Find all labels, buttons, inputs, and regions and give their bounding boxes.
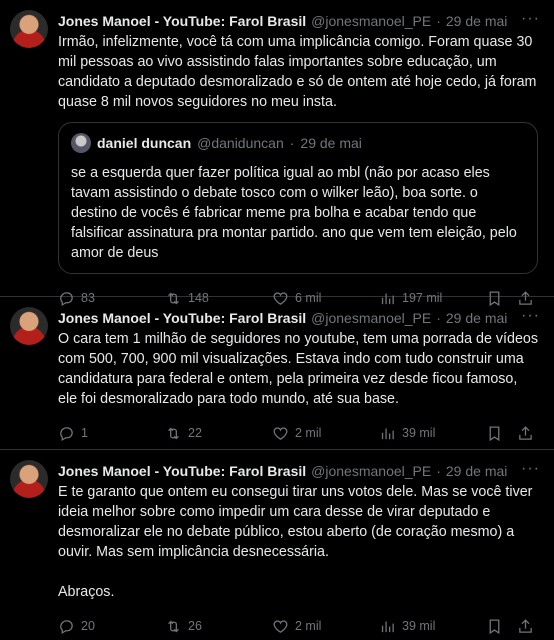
- share-icon[interactable]: [517, 425, 534, 442]
- quoted-text: se a esquerda quer fazer política igual …: [71, 165, 517, 261]
- repost-icon: [168, 427, 179, 439]
- repost-button[interactable]: 22: [165, 425, 272, 442]
- quoted-author-name: daniel duncan: [97, 135, 192, 151]
- views-icon: [381, 428, 394, 439]
- views-button[interactable]: 39 mil: [379, 425, 486, 442]
- tweet[interactable]: ··· Jones Manoel - YouTube: Farol Brasil…: [0, 0, 554, 306]
- heart-icon: [273, 619, 288, 633]
- tweet-text: Irmão, infelizmente, você tá com uma imp…: [58, 34, 541, 110]
- avatar[interactable]: [10, 460, 48, 498]
- views-count: 39 mil: [402, 426, 436, 440]
- tweet-text: E te garanto que ontem eu consegui tirar…: [58, 484, 533, 600]
- separator-dot: ·: [436, 463, 441, 479]
- repost-count: 26: [188, 619, 202, 633]
- post-date[interactable]: 29 de mai: [446, 309, 507, 327]
- views-button[interactable]: 39 mil: [379, 618, 486, 635]
- views-count: 39 mil: [402, 619, 436, 633]
- more-icon[interactable]: ···: [521, 460, 540, 478]
- like-button[interactable]: 2 mil: [272, 618, 379, 635]
- avatar[interactable]: [10, 307, 48, 345]
- views-icon: [381, 621, 394, 632]
- author-name[interactable]: Jones Manoel - YouTube: Farol Brasil: [58, 462, 306, 480]
- repost-count: 22: [188, 426, 202, 440]
- post-date[interactable]: 29 de mai: [446, 12, 507, 30]
- separator-dot: ·: [436, 310, 441, 326]
- tweet-text: O cara tem 1 milhão de seguidores no you…: [58, 331, 542, 407]
- like-button[interactable]: 2 mil: [272, 425, 379, 442]
- reply-icon: [60, 426, 73, 441]
- repost-icon: [168, 620, 179, 632]
- more-icon[interactable]: ···: [521, 10, 540, 28]
- action-bar: 1 22 2 mil 39 mil: [58, 419, 538, 447]
- repost-button[interactable]: 26: [165, 618, 272, 635]
- action-bar: 20 26 2 mil 39 mil: [58, 612, 538, 640]
- bookmark-icon[interactable]: [486, 618, 503, 635]
- like-count: 2 mil: [295, 426, 322, 440]
- reply-count: 1: [81, 426, 88, 440]
- author-name[interactable]: Jones Manoel - YouTube: Farol Brasil: [58, 309, 306, 327]
- more-icon[interactable]: ···: [521, 307, 540, 325]
- avatar[interactable]: [10, 10, 48, 48]
- tweet[interactable]: ··· Jones Manoel - YouTube: Farol Brasil…: [0, 297, 554, 450]
- quoted-tweet[interactable]: daniel duncan @daniduncan · 29 de mai se…: [58, 122, 538, 274]
- like-count: 2 mil: [295, 619, 322, 633]
- separator-dot: ·: [289, 135, 295, 151]
- author-handle[interactable]: @jonesmanoel_PE: [311, 309, 431, 327]
- quoted-date: 29 de mai: [300, 135, 362, 151]
- author-name[interactable]: Jones Manoel - YouTube: Farol Brasil: [58, 12, 306, 30]
- quoted-author-handle: @daniduncan: [197, 135, 284, 151]
- author-handle[interactable]: @jonesmanoel_PE: [311, 462, 431, 480]
- bookmark-icon[interactable]: [486, 425, 503, 442]
- separator-dot: ·: [436, 13, 441, 29]
- tweet[interactable]: ··· Jones Manoel - YouTube: Farol Brasil…: [0, 450, 554, 634]
- reply-count: 20: [81, 619, 95, 633]
- author-handle[interactable]: @jonesmanoel_PE: [311, 12, 431, 30]
- heart-icon: [273, 426, 288, 440]
- post-date[interactable]: 29 de mai: [446, 462, 507, 480]
- avatar: [71, 133, 91, 153]
- reply-button[interactable]: 1: [58, 425, 165, 442]
- share-icon[interactable]: [517, 618, 534, 635]
- reply-icon: [60, 619, 73, 634]
- reply-button[interactable]: 20: [58, 618, 165, 635]
